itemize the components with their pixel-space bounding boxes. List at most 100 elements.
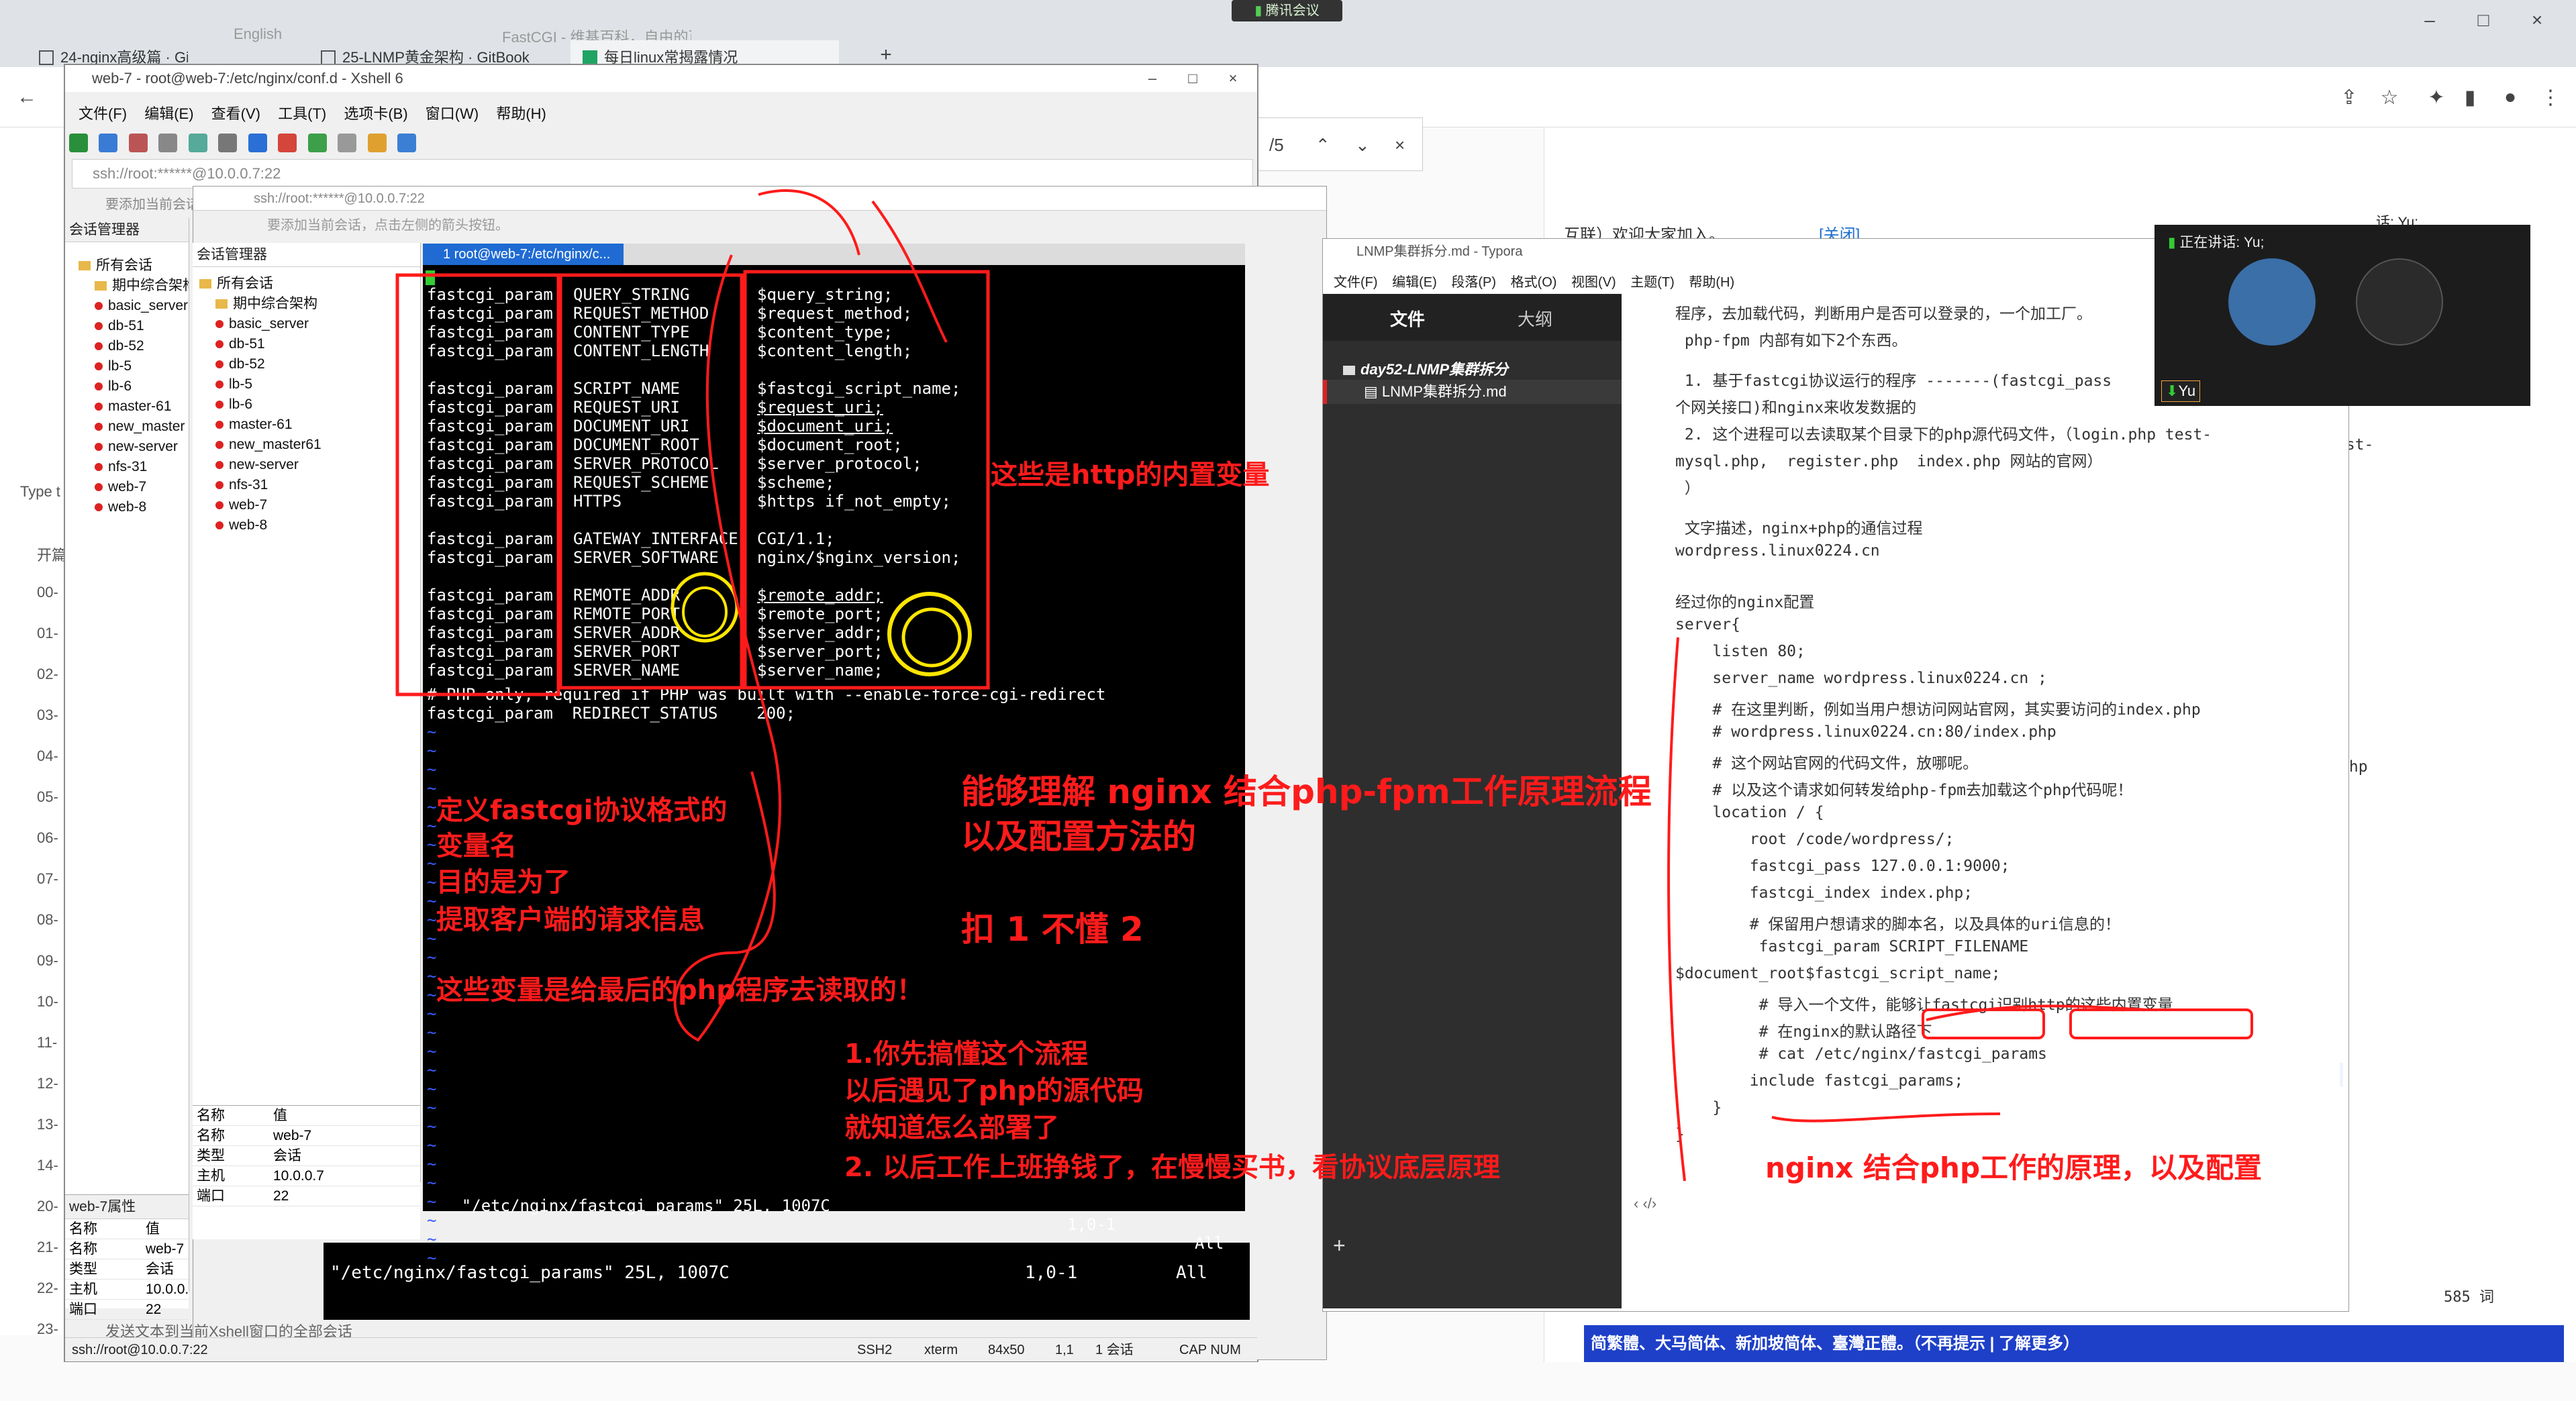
minimize-icon[interactable]: – bbox=[2403, 0, 2457, 40]
chapter-number[interactable]: 20- bbox=[37, 1198, 58, 1215]
sidebar-first[interactable]: 开篇 bbox=[37, 543, 66, 565]
inner-address-bar[interactable]: ssh://root:******@10.0.0.7:22 bbox=[193, 187, 1326, 211]
ty-menu-view[interactable]: 视图(V) bbox=[1571, 275, 1616, 290]
tree-item[interactable]: web-8 bbox=[215, 515, 420, 535]
tree-item[interactable]: nfs-31 bbox=[95, 457, 189, 477]
browser-tab-3[interactable]: 每日linux常揭露情况 bbox=[571, 40, 839, 67]
chapter-number[interactable]: 04- bbox=[37, 747, 58, 765]
chapter-number[interactable]: 14- bbox=[37, 1157, 58, 1174]
ty-menu-theme[interactable]: 主题(T) bbox=[1630, 275, 1675, 290]
xshell-address-bar[interactable]: ssh://root:******@10.0.0.7:22 bbox=[72, 159, 1253, 189]
ty-menu-format[interactable]: 格式(O) bbox=[1511, 275, 1557, 290]
copy-icon[interactable] bbox=[158, 134, 178, 152]
chapter-number[interactable]: 07- bbox=[37, 870, 58, 888]
nav-left-icon[interactable]: ‹ ‹/› bbox=[1634, 1195, 1656, 1212]
help-icon[interactable] bbox=[397, 134, 416, 152]
ty-menu-paragraph[interactable]: 段落(P) bbox=[1451, 275, 1496, 290]
meeting-pill[interactable]: ▮ 腾讯会议 bbox=[1232, 0, 1342, 21]
ty-menu-file[interactable]: 文件(F) bbox=[1334, 275, 1378, 290]
tree-item[interactable]: basic_server bbox=[215, 314, 420, 334]
tree-item[interactable]: db-51 bbox=[95, 316, 189, 336]
add-file-icon[interactable]: + bbox=[1333, 1233, 1346, 1258]
tree-item[interactable]: new_master61 bbox=[215, 435, 420, 455]
tree-item[interactable]: master-61 bbox=[95, 397, 189, 417]
star-icon[interactable]: ☆ bbox=[2376, 86, 2403, 109]
inner-tree-root[interactable]: 所有会话 bbox=[199, 274, 420, 294]
maximize-icon[interactable]: □ bbox=[2457, 0, 2510, 40]
chapter-number[interactable]: 00- bbox=[37, 584, 58, 601]
tree-item[interactable]: lb-5 bbox=[95, 356, 189, 376]
tree-item[interactable]: 期中综合架构 bbox=[95, 276, 189, 296]
file-item[interactable]: ▤ LNMP集群拆分.md bbox=[1323, 380, 1622, 404]
tree-item[interactable]: web-8 bbox=[95, 497, 189, 517]
globe-icon[interactable] bbox=[248, 134, 267, 152]
chapter-number[interactable]: 10- bbox=[37, 993, 58, 1010]
new-tab-icon[interactable]: + bbox=[873, 44, 899, 66]
tree-item[interactable]: db-51 bbox=[215, 334, 420, 354]
extensions-icon[interactable]: ✦ bbox=[2423, 86, 2450, 109]
menu-file[interactable]: 文件(F) bbox=[79, 105, 127, 122]
menu-window[interactable]: 窗口(W) bbox=[426, 105, 479, 122]
menu-view[interactable]: 查看(V) bbox=[211, 105, 260, 122]
menu-icon[interactable]: ⋮ bbox=[2537, 86, 2564, 109]
chapter-number[interactable]: 05- bbox=[37, 788, 58, 806]
chapter-number[interactable]: 09- bbox=[37, 952, 58, 970]
find-next-icon[interactable]: ⌄ bbox=[1355, 135, 1370, 155]
menu-tabs[interactable]: 选项卡(B) bbox=[344, 105, 407, 122]
tree-item[interactable]: lb-6 bbox=[95, 376, 189, 397]
chapter-number[interactable]: 01- bbox=[37, 625, 58, 642]
chapter-number[interactable]: 23- bbox=[37, 1320, 58, 1338]
tree-item[interactable]: new-server bbox=[95, 437, 189, 457]
ty-menu-help[interactable]: 帮助(H) bbox=[1689, 275, 1734, 290]
tree-item[interactable]: basic_server bbox=[95, 296, 189, 316]
tree-item[interactable]: lb-6 bbox=[215, 395, 420, 415]
profile-icon[interactable]: ● bbox=[2497, 86, 2524, 109]
search-icon[interactable] bbox=[218, 134, 238, 152]
menu-help[interactable]: 帮助(H) bbox=[496, 105, 546, 122]
chapter-number[interactable]: 13- bbox=[37, 1116, 58, 1133]
back-icon[interactable]: ← bbox=[13, 86, 40, 109]
tree-item[interactable]: db-52 bbox=[215, 354, 420, 374]
tree-item[interactable]: lb-5 bbox=[215, 374, 420, 395]
new-session-icon[interactable] bbox=[69, 134, 88, 152]
xftp-icon[interactable] bbox=[278, 134, 297, 152]
browser-tab-2[interactable]: 25-LNMP黄金架构 · GitBook bbox=[309, 40, 550, 67]
tree-item[interactable]: 期中综合架构 bbox=[215, 294, 420, 314]
share-icon[interactable]: ⇪ bbox=[2336, 86, 2363, 109]
terminal-tab[interactable]: 1 root@web-7:/etc/nginx/c... bbox=[423, 244, 624, 265]
tab-files[interactable]: 文件 bbox=[1390, 306, 1425, 331]
chapter-number[interactable]: 22- bbox=[37, 1280, 58, 1297]
compose-icon[interactable] bbox=[307, 134, 327, 152]
sidebar-icon[interactable]: ▮ bbox=[2457, 86, 2483, 109]
find-close-icon[interactable]: × bbox=[1395, 135, 1405, 155]
tree-item[interactable]: nfs-31 bbox=[215, 475, 420, 495]
lock-icon[interactable] bbox=[338, 134, 357, 152]
tree-item[interactable]: db-52 bbox=[95, 336, 189, 356]
menu-tools[interactable]: 工具(T) bbox=[278, 105, 326, 122]
chapter-number[interactable]: 06- bbox=[37, 829, 58, 847]
paste-icon[interactable] bbox=[188, 134, 207, 152]
tree-item[interactable]: new-server bbox=[215, 455, 420, 475]
chapter-number[interactable]: 03- bbox=[37, 707, 58, 724]
tree-item[interactable]: web-7 bbox=[95, 477, 189, 497]
chapter-number[interactable]: 11- bbox=[37, 1034, 57, 1051]
chapter-number[interactable]: 02- bbox=[37, 666, 58, 683]
tree-item[interactable]: new_master bbox=[95, 417, 189, 437]
folder-item[interactable]: day52-LNMP集群拆分 bbox=[1343, 358, 1508, 379]
tree-item[interactable]: web-7 bbox=[215, 495, 420, 515]
web-lang-bar[interactable]: 简繁體、大马简体、新加坡简体、臺灣正體。（不再提示 | 了解更多） bbox=[1584, 1325, 2564, 1362]
disconnect-icon[interactable] bbox=[128, 134, 148, 152]
tree-root[interactable]: 所有会话 bbox=[79, 256, 189, 276]
chapter-number[interactable]: 08- bbox=[37, 911, 58, 929]
tree-item[interactable]: master-61 bbox=[215, 415, 420, 435]
browser-tab-1[interactable]: 24-nginx高级篇 · GitBook bbox=[27, 40, 188, 67]
chapter-number[interactable]: 21- bbox=[37, 1239, 58, 1256]
folder-icon[interactable] bbox=[367, 134, 387, 152]
open-icon[interactable] bbox=[99, 134, 118, 152]
close-icon[interactable]: × bbox=[2510, 0, 2564, 40]
tab-outline[interactable]: 大纲 bbox=[1518, 306, 1552, 331]
ty-menu-edit[interactable]: 编辑(E) bbox=[1392, 275, 1437, 290]
xshell-close-icon[interactable]: × bbox=[1206, 65, 1260, 92]
find-prev-icon[interactable]: ⌃ bbox=[1316, 135, 1330, 155]
menu-edit[interactable]: 编辑(E) bbox=[144, 105, 193, 122]
